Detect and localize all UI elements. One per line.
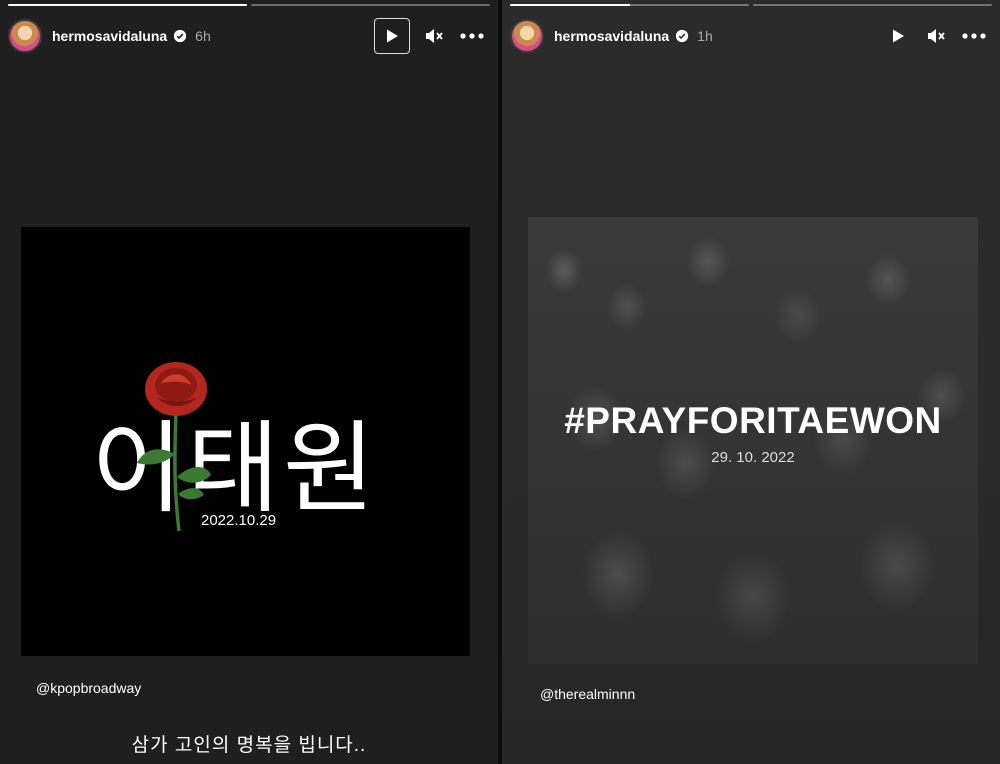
play-icon — [893, 29, 904, 43]
more-icon — [962, 33, 986, 39]
more-icon — [460, 33, 484, 39]
more-button[interactable] — [960, 22, 988, 50]
mention-link[interactable]: @kpopbroadway — [36, 680, 141, 696]
progress-bar — [510, 4, 992, 6]
story-post-image: #PRAYFORITAEWON 29. 10. 2022 — [528, 217, 978, 664]
post-date: 29. 10. 2022 — [711, 449, 795, 466]
progress-bar — [8, 4, 490, 6]
mute-icon — [928, 29, 945, 43]
progress-fill — [8, 4, 247, 6]
verified-badge-icon — [174, 29, 187, 43]
play-button[interactable] — [884, 22, 912, 50]
story-post-image: 이태원 2022.10.29 — [21, 227, 470, 656]
mute-button[interactable] — [922, 22, 950, 50]
progress-segment — [753, 4, 992, 6]
story-header: hermosavidaluna 6h — [8, 18, 486, 54]
play-icon — [387, 29, 398, 43]
mute-button[interactable] — [420, 22, 448, 50]
more-button[interactable] — [458, 22, 486, 50]
story-right[interactable]: hermosavidaluna 1h #PRAYFORITAEWON 29. 1… — [502, 0, 1000, 764]
avatar[interactable] — [510, 19, 544, 53]
username[interactable]: hermosavidaluna — [52, 28, 167, 44]
rose-icon — [137, 362, 211, 532]
play-button[interactable] — [374, 18, 410, 54]
post-title: #PRAYFORITAEWON — [564, 400, 942, 441]
verified-badge-icon — [676, 29, 689, 43]
story-caption: 삼가 고인의 명복을 빕니다.. — [131, 735, 367, 756]
progress-segment — [8, 4, 247, 6]
mute-icon — [426, 29, 443, 43]
progress-segment — [510, 4, 749, 6]
mention-link[interactable]: @therealminnn — [540, 686, 635, 702]
progress-fill — [510, 4, 630, 6]
story-controls — [884, 22, 988, 50]
story-left[interactable]: hermosavidaluna 6h 이태원 2022.10.29 @kpopb… — [0, 0, 498, 764]
post-time: 6h — [195, 28, 211, 44]
avatar[interactable] — [8, 19, 42, 53]
username[interactable]: hermosavidaluna — [554, 28, 669, 44]
post-time: 1h — [697, 28, 713, 44]
post-date: 2022.10.29 — [201, 512, 277, 529]
story-header: hermosavidaluna 1h — [510, 18, 988, 54]
story-controls — [374, 18, 486, 54]
progress-segment — [251, 4, 490, 6]
